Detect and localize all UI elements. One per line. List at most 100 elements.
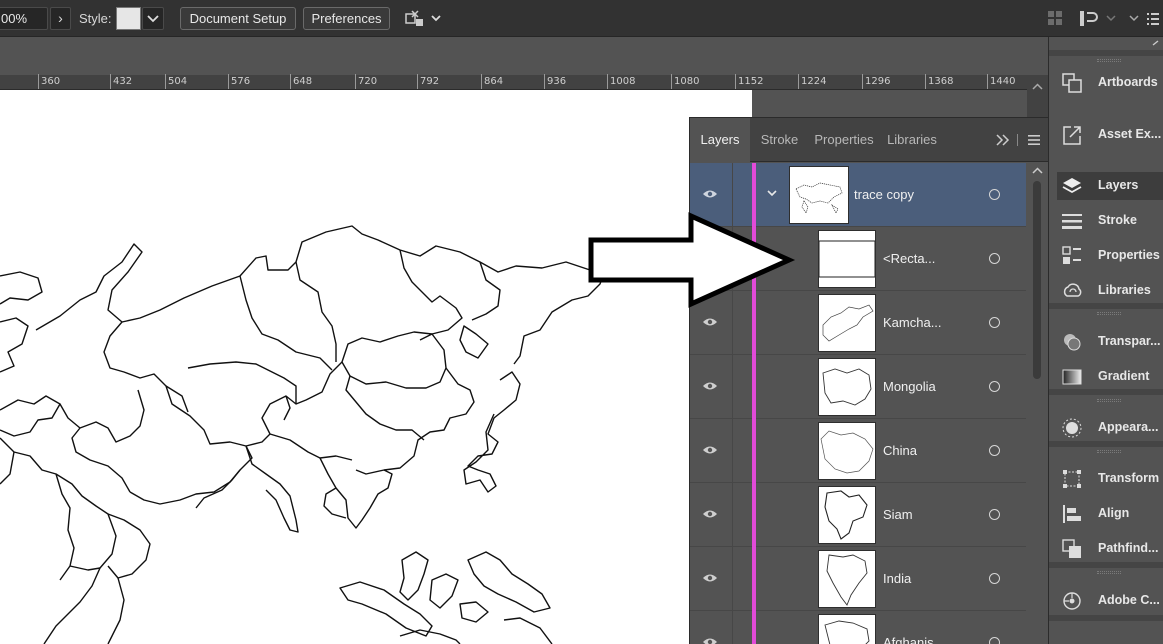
dock-item-align[interactable]: Align bbox=[1057, 500, 1163, 528]
target-circle-icon[interactable] bbox=[989, 317, 1000, 328]
ruler-tick bbox=[290, 74, 291, 89]
collapse-dock-icon[interactable] bbox=[1150, 39, 1162, 49]
dock-item-appearance[interactable]: Appeara... bbox=[1057, 414, 1163, 442]
dock-grip[interactable] bbox=[1097, 399, 1121, 402]
horizontal-ruler[interactable]: 360 432 504 576 648 720 792 864 936 1008… bbox=[0, 74, 1027, 90]
ruler-tick bbox=[355, 74, 356, 89]
layer-name[interactable]: Mongolia bbox=[883, 379, 936, 394]
target-circle-icon[interactable] bbox=[989, 253, 1000, 264]
style-swatch[interactable] bbox=[116, 7, 141, 30]
dock-grip[interactable] bbox=[1097, 571, 1121, 574]
layer-name[interactable]: Siam bbox=[883, 507, 913, 522]
target-circle-icon[interactable] bbox=[989, 445, 1000, 456]
appearance-icon bbox=[1062, 418, 1082, 438]
layer-row[interactable]: India bbox=[690, 547, 1026, 611]
target-circle-icon[interactable] bbox=[989, 189, 1000, 200]
eye-visibility-icon[interactable] bbox=[702, 381, 718, 391]
chevron-down-icon[interactable] bbox=[766, 187, 778, 199]
dock-grip[interactable] bbox=[1097, 59, 1121, 62]
target-circle-icon[interactable] bbox=[989, 509, 1000, 520]
tab-layers[interactable]: Layers bbox=[690, 118, 750, 163]
dock-item-asset-export[interactable]: Asset Ex... bbox=[1057, 121, 1163, 149]
ruler-tick-label: 504 bbox=[168, 76, 188, 87]
chevron-down-icon[interactable] bbox=[430, 7, 442, 30]
workspace-controls bbox=[1046, 9, 1163, 29]
artboard[interactable] bbox=[0, 90, 752, 644]
layers-panel: Layers Stroke Properties Libraries trace… bbox=[689, 117, 1048, 644]
document-setup-button[interactable]: Document Setup bbox=[180, 7, 296, 30]
layer-row[interactable]: China bbox=[690, 419, 1026, 483]
ruler-tick bbox=[110, 74, 111, 89]
panel-overflow-icon[interactable] bbox=[995, 133, 1043, 147]
column-divider bbox=[732, 611, 733, 644]
tab-libraries[interactable]: Libraries bbox=[881, 118, 943, 162]
dock-item-artboards[interactable]: Artboards bbox=[1057, 69, 1163, 97]
ruler-tick bbox=[481, 74, 482, 89]
grid-icon[interactable] bbox=[1048, 11, 1062, 25]
scrollbar-thumb[interactable] bbox=[1033, 181, 1041, 379]
layer-name[interactable]: Kamcha... bbox=[883, 315, 942, 330]
zoom-next-arrow-icon[interactable]: › bbox=[50, 7, 71, 30]
china-thumbnail-icon bbox=[820, 430, 874, 474]
eye-visibility-icon[interactable] bbox=[702, 317, 718, 327]
dock-separator bbox=[1049, 50, 1163, 56]
mongolia-thumbnail-icon bbox=[822, 368, 872, 406]
asset-export-icon bbox=[1063, 126, 1081, 145]
list-menu-icon[interactable] bbox=[1147, 13, 1159, 25]
layer-name[interactable]: trace copy bbox=[854, 187, 914, 202]
target-circle-icon[interactable] bbox=[989, 637, 1000, 644]
target-circle-icon[interactable] bbox=[989, 381, 1000, 392]
dock-item-stroke[interactable]: Stroke bbox=[1057, 207, 1163, 235]
layers-scrollbar[interactable] bbox=[1027, 163, 1048, 644]
style-dropdown[interactable] bbox=[142, 7, 164, 30]
dock-grip[interactable] bbox=[1097, 312, 1121, 315]
arrange-documents-icon[interactable] bbox=[404, 7, 426, 30]
india-thumbnail-icon bbox=[826, 554, 868, 606]
tab-properties[interactable]: Properties bbox=[808, 118, 880, 162]
dock-item-pathfinder[interactable]: Pathfind... bbox=[1057, 535, 1163, 563]
chevron-up-icon[interactable] bbox=[1027, 77, 1048, 97]
eye-visibility-icon[interactable] bbox=[702, 445, 718, 455]
chevron-down-icon bbox=[147, 15, 159, 23]
chevron-down-icon[interactable] bbox=[1129, 15, 1139, 22]
zoom-field[interactable]: 00% bbox=[0, 7, 48, 30]
ruler-tick-label: 360 bbox=[41, 76, 61, 87]
eye-visibility-icon[interactable] bbox=[702, 509, 718, 519]
layer-name[interactable]: <Recta... bbox=[883, 251, 935, 266]
dock-item-transparency[interactable]: Transpar... bbox=[1057, 328, 1163, 356]
eye-visibility-icon[interactable] bbox=[702, 189, 718, 199]
chevron-up-icon[interactable] bbox=[1027, 165, 1048, 177]
dock-item-libraries[interactable]: Libraries bbox=[1057, 277, 1163, 305]
pathfinder-icon bbox=[1062, 539, 1081, 558]
target-circle-icon[interactable] bbox=[989, 573, 1000, 584]
ruler-tick-label: 1080 bbox=[674, 76, 700, 87]
tab-stroke[interactable]: Stroke bbox=[752, 118, 807, 162]
dock-item-layers[interactable]: Layers bbox=[1057, 172, 1163, 200]
layer-row[interactable]: Afghanis... bbox=[690, 611, 1026, 644]
dock-item-label: Gradient bbox=[1098, 369, 1150, 383]
chevron-down-icon[interactable] bbox=[1106, 15, 1116, 22]
layer-thumbnail bbox=[818, 486, 876, 544]
dock-item-adobe-capture[interactable]: Adobe C... bbox=[1057, 587, 1163, 615]
dock-grip[interactable] bbox=[1097, 450, 1121, 453]
layer-thumbnail bbox=[818, 614, 876, 644]
map-artwork[interactable] bbox=[0, 90, 752, 644]
workspace-switcher-icon[interactable] bbox=[1080, 11, 1098, 26]
panel-tab-bar: Layers Stroke Properties Libraries bbox=[690, 118, 1048, 163]
ruler-tick-label: 1440 bbox=[990, 76, 1016, 87]
dock-item-properties[interactable]: Properties bbox=[1057, 242, 1163, 270]
dock-item-transform[interactable]: Transform bbox=[1057, 465, 1163, 493]
layer-row[interactable]: Siam bbox=[690, 483, 1026, 547]
eye-visibility-icon[interactable] bbox=[702, 573, 718, 583]
layer-name[interactable]: China bbox=[883, 443, 917, 458]
dock-separator bbox=[1049, 303, 1163, 309]
ruler-tick bbox=[798, 74, 799, 89]
layer-name[interactable]: India bbox=[883, 571, 911, 586]
layer-row[interactable]: Mongolia bbox=[690, 355, 1026, 419]
eye-visibility-icon[interactable] bbox=[702, 637, 718, 644]
gradient-icon bbox=[1062, 369, 1082, 385]
dock-item-gradient[interactable]: Gradient bbox=[1057, 363, 1163, 391]
preferences-button[interactable]: Preferences bbox=[303, 7, 390, 30]
layer-name[interactable]: Afghanis... bbox=[883, 635, 944, 644]
align-icon bbox=[1063, 505, 1081, 523]
